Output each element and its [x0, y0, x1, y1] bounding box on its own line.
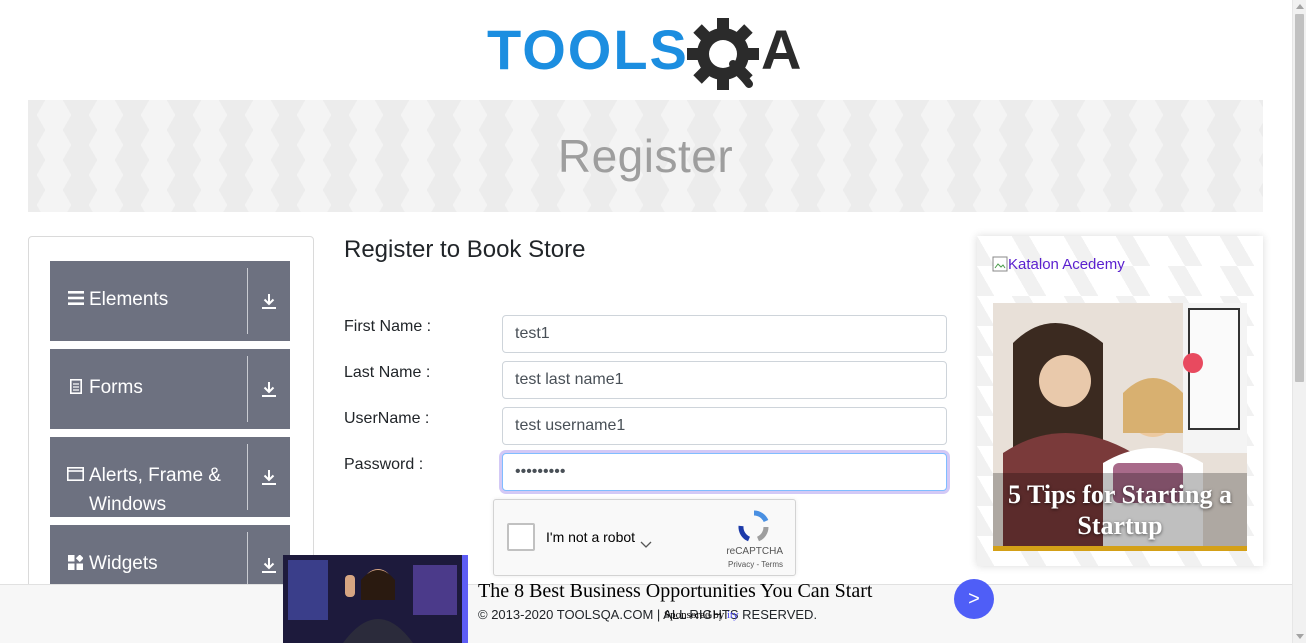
- bottom-ad-image[interactable]: [283, 555, 468, 643]
- broken-image-icon: [992, 256, 1008, 272]
- scrollbar-thumb[interactable]: [1295, 14, 1304, 382]
- download-icon[interactable]: [248, 349, 290, 429]
- ad-image-alt-link[interactable]: Katalon Acedemy: [992, 256, 1125, 273]
- username-input[interactable]: [502, 407, 947, 445]
- window-icon: [67, 467, 84, 481]
- toolsqa-logo[interactable]: TOOLS A: [487, 14, 809, 92]
- ad-accent-bar: [993, 546, 1247, 551]
- sidebar: Elements Forms Alerts, Frame & Windows W…: [28, 236, 314, 605]
- password-input[interactable]: [502, 453, 947, 491]
- sponsor-prefix: Sponsored by: [664, 609, 725, 621]
- first-name-label: First Name :: [344, 318, 432, 335]
- password-label: Password :: [344, 456, 424, 473]
- bottom-ad-title[interactable]: The 8 Best Business Opportunities You Ca…: [478, 580, 872, 603]
- bottom-ad-next-button[interactable]: >: [954, 579, 994, 619]
- logo-graphic: TOOLS A: [487, 18, 801, 90]
- last-name-input[interactable]: [502, 361, 947, 399]
- recaptcha-widget: I'm not a robot reCAPTCHA Privacy - Term…: [493, 499, 796, 576]
- page: TOOLS A Register Elements Forms Alerts, …: [0, 0, 1306, 643]
- vertical-scrollbar[interactable]: [1292, 0, 1306, 643]
- download-icon[interactable]: [248, 261, 290, 341]
- last-name-label: Last Name :: [344, 364, 431, 381]
- ad-caption: 5 Tips for Starting a Startup: [1008, 480, 1232, 540]
- sponsor-name[interactable]: ity: [727, 609, 739, 621]
- page-title: Register: [557, 130, 734, 182]
- sidebar-group-elements[interactable]: Elements: [50, 261, 290, 341]
- bottom-ad-sponsor: Sponsored by ity: [664, 609, 739, 621]
- sidebar-group-label: Alerts, Frame & Windows: [89, 465, 221, 515]
- widgets-icon: [67, 555, 84, 570]
- page-banner: Register: [28, 100, 1263, 212]
- first-name-input[interactable]: [502, 315, 947, 353]
- sidebar-group-forms[interactable]: Forms: [50, 349, 290, 429]
- recaptcha-checkbox[interactable]: [507, 523, 535, 551]
- ad-image[interactable]: 5 Tips for Starting a Startup: [993, 303, 1247, 551]
- recaptcha-label: I'm not a robot: [546, 529, 636, 545]
- bottom-ad-photo: [283, 555, 462, 643]
- sidebar-group-label: Forms: [89, 377, 143, 398]
- download-icon[interactable]: [248, 437, 290, 517]
- svg-text:A: A: [761, 18, 801, 81]
- menu-icon: [67, 291, 84, 305]
- svg-text:TOOLS: TOOLS: [487, 18, 689, 81]
- chevron-down-icon: [640, 541, 652, 548]
- sidebar-group-label: Elements: [89, 289, 169, 310]
- username-label: UserName :: [344, 410, 430, 427]
- recaptcha-links[interactable]: Privacy - Terms: [728, 560, 783, 569]
- gear-icon: [687, 18, 759, 90]
- recaptcha-logo-icon: [738, 510, 769, 542]
- scroll-up-arrow-icon[interactable]: [1296, 4, 1304, 9]
- ad-card[interactable]: Katalon Acedemy 5 Tips for Starting a St…: [977, 236, 1263, 566]
- sidebar-group-label: Widgets: [89, 553, 158, 574]
- recaptcha-brand: reCAPTCHA: [726, 546, 783, 557]
- sidebar-group-alerts[interactable]: Alerts, Frame & Windows: [50, 437, 290, 517]
- copyright-text: © 2013-2020 TOOLSQA.COM | ALL RIGHTS RES…: [478, 607, 818, 622]
- document-icon: [67, 379, 84, 394]
- scroll-down-arrow-icon[interactable]: [1296, 634, 1304, 639]
- form-title: Register to Book Store: [344, 236, 586, 263]
